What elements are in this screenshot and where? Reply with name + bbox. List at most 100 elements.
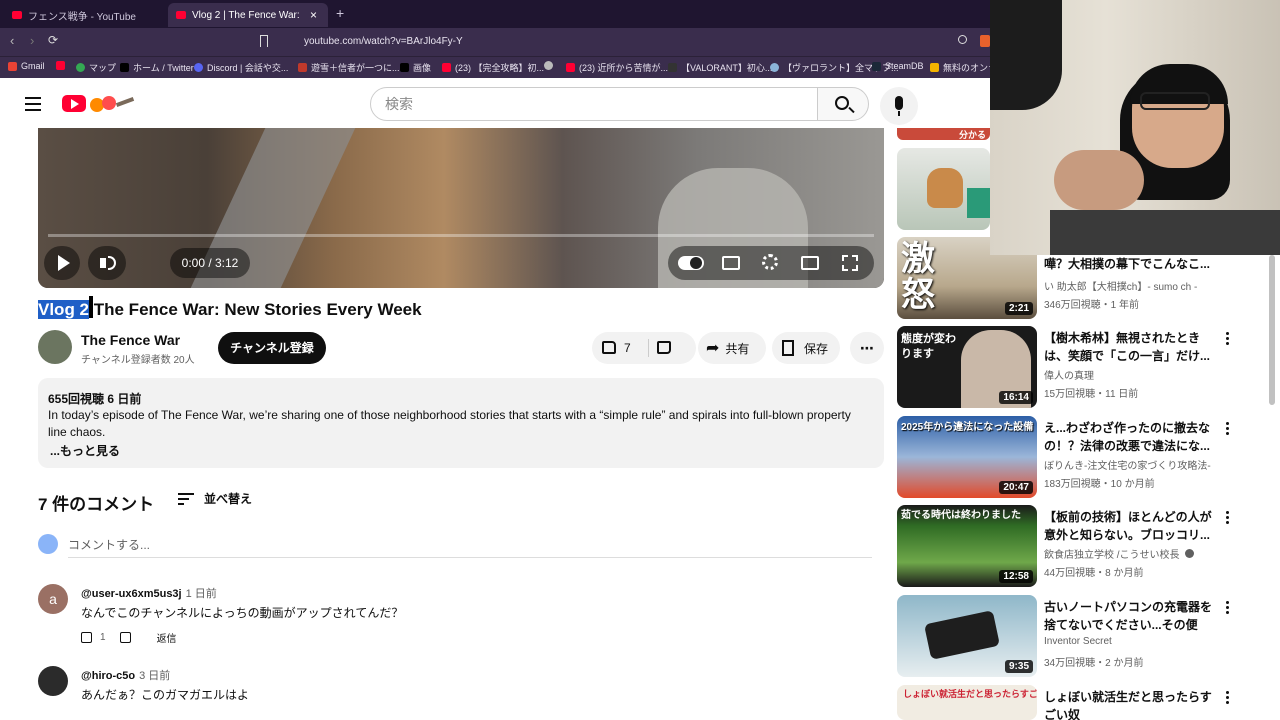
- bookmark-item[interactable]: 【VALORANT】初心...: [668, 61, 772, 74]
- view-count-date: 655回視聴 6 日前: [48, 392, 142, 406]
- voice-search-button[interactable]: [880, 87, 918, 125]
- discord-icon: [194, 63, 203, 72]
- hamburger-menu-icon[interactable]: [25, 97, 41, 111]
- page-scrollbar[interactable]: [1269, 255, 1275, 405]
- thumbs-down-icon: [657, 341, 671, 354]
- bookmark-gmail[interactable]: Gmail: [8, 61, 45, 71]
- bookmark-item[interactable]: [544, 61, 557, 70]
- channel-name: 飲食店独立学校 /こうせい校長: [1044, 546, 1219, 561]
- video-title: 【板前の技術】ほとんどの人が意外と知らない。ブロッコリ...: [1044, 510, 1212, 542]
- bookmark-item[interactable]: (23) 【完全攻略】初...: [442, 61, 544, 74]
- bookmark-discord[interactable]: Discord | 会話や交...: [194, 61, 288, 74]
- commenter-avatar[interactable]: a: [38, 584, 68, 614]
- save-button[interactable]: 保存: [772, 332, 840, 364]
- share-label: 共有: [725, 341, 750, 356]
- comment-text: あんだぁ？このガマガエルはよ: [81, 688, 250, 702]
- recommended-thumbnail-partial[interactable]: 分かる: [897, 128, 990, 140]
- subtitles-icon[interactable]: [722, 256, 740, 270]
- video-meta: 346万回視聴・1 年前: [1044, 300, 1140, 311]
- settings-gear-icon[interactable]: [762, 254, 778, 270]
- subscribe-button[interactable]: チャンネル登録: [218, 332, 326, 364]
- text-cursor-icon: [89, 296, 93, 318]
- bookmark-twitter[interactable]: ホーム / Twitter: [120, 61, 194, 74]
- more-vertical-icon[interactable]: [1221, 330, 1233, 350]
- like-count: 7: [624, 341, 631, 355]
- search-button[interactable]: [817, 87, 869, 121]
- video-meta: 44万回視聴・8 か月前: [1044, 568, 1144, 579]
- bookmark-item[interactable]: 遊雪＋信者が一つに...: [298, 61, 400, 74]
- browser-tab-active[interactable]: Vlog 2 | The Fence War: New Sto ×: [168, 3, 328, 27]
- bookmark-images[interactable]: 画像: [400, 61, 431, 74]
- comment-author[interactable]: @hiro-c5o 3 日前: [81, 667, 170, 683]
- share-button[interactable]: ➦ 共有: [698, 332, 766, 364]
- sort-icon: [178, 492, 194, 505]
- x-icon: [400, 63, 409, 72]
- more-vertical-icon[interactable]: [1221, 420, 1233, 440]
- comment-author[interactable]: @user-ux6xm5us3j 1 日前: [81, 585, 217, 601]
- video-player[interactable]: 0:00 / 3:12: [38, 128, 884, 288]
- forward-icon[interactable]: ›: [30, 33, 34, 48]
- description-text: In today’s episode of The Fence War, we’…: [48, 408, 851, 439]
- youtube-logo[interactable]: [62, 95, 86, 112]
- commenter-avatar[interactable]: [38, 666, 68, 696]
- recommended-video[interactable]: 態度が変わります 16:14 【樹木希林】無視されたときは、笑顔で「この一言」だ…: [897, 326, 1277, 408]
- doodle-logo: [90, 94, 136, 114]
- thumbs-up-icon[interactable]: [81, 632, 92, 643]
- more-vertical-icon[interactable]: [1221, 689, 1233, 709]
- progress-bar[interactable]: [48, 234, 874, 237]
- browser-tab[interactable]: フェンス戦争 - YouTube: [4, 3, 164, 27]
- more-vertical-icon[interactable]: [1221, 509, 1233, 529]
- search-icon: [835, 96, 849, 110]
- description-box[interactable]: 655回視聴 6 日前 In today’s episode of The Fe…: [38, 378, 884, 468]
- video-meta: 15万回視聴・11 日前: [1044, 389, 1139, 400]
- volume-button[interactable]: [88, 246, 126, 280]
- thumbs-down-icon[interactable]: [119, 632, 131, 643]
- channel-name[interactable]: The Fence War: [81, 332, 180, 348]
- video-title: 古いノートパソコンの充電器を捨てないでください...その便利...: [1044, 600, 1212, 632]
- video-duration: 9:35: [1004, 660, 1033, 673]
- recommended-video[interactable]: 茹でる時代は終わりました 12:58 【板前の技術】ほとんどの人が意外と知らない…: [897, 505, 1277, 587]
- youtube-favicon-icon: [176, 11, 186, 19]
- play-icon: [58, 255, 70, 271]
- channel-name: い 助太郎【大相撲ch】- sumo ch -: [1044, 282, 1198, 293]
- reply-button[interactable]: 返信: [157, 630, 177, 645]
- selected-title-text: Vlog 2: [38, 300, 90, 319]
- bookmark-page-icon[interactable]: [260, 35, 268, 47]
- address-bar[interactable]: youtube.com/watch?v=BArJlo4Fy-Y: [278, 32, 978, 52]
- comment-text: なんでこのチャンネルによっちの動画がアップされてんだ？: [81, 606, 404, 620]
- video-duration: 16:14: [999, 391, 1033, 404]
- comment-actions: 1 返信: [81, 630, 177, 645]
- recommended-video[interactable]: 2025年から違法になった設備 20:47 え...わざわざ作ったのに撤去なの！…: [897, 416, 1277, 498]
- like-button[interactable]: 7: [592, 332, 647, 364]
- miniplayer-icon[interactable]: [801, 256, 819, 270]
- channel-avatar[interactable]: [38, 330, 72, 364]
- search-input[interactable]: 検索: [370, 87, 818, 121]
- bookmark-item[interactable]: (23) 近所から苦情が...: [566, 61, 668, 74]
- dislike-button[interactable]: [649, 332, 696, 364]
- recommended-thumbnail-dog[interactable]: [897, 148, 990, 230]
- like-dislike-group: 7: [592, 332, 696, 364]
- play-button[interactable]: [44, 246, 80, 280]
- recommended-video[interactable]: 9:35 古いノートパソコンの充電器を捨てないでください...その便利... I…: [897, 595, 1277, 677]
- video-title: しょぼい就活生だと思ったらすごい奴: [1044, 690, 1212, 720]
- add-comment-input[interactable]: コメントする...: [68, 536, 872, 558]
- bookmark-youtube[interactable]: [56, 61, 69, 70]
- more-vertical-icon[interactable]: [1221, 599, 1233, 619]
- autoplay-toggle[interactable]: [678, 256, 704, 270]
- show-more-link[interactable]: ...もっと見る: [50, 442, 120, 459]
- steamdb-icon: [872, 61, 881, 71]
- new-tab-icon[interactable]: +: [336, 5, 344, 21]
- recommended-video[interactable]: しょぼい就活生だと思ったらすごい奴 しょぼい就活生だと思ったらすごい奴: [897, 685, 1277, 720]
- back-icon[interactable]: ‹: [10, 33, 14, 48]
- bookmark-steamdb[interactable]: SteamDB: [872, 61, 924, 71]
- zoom-icon[interactable]: [958, 35, 967, 44]
- video-duration: 12:58: [999, 570, 1033, 583]
- video-thumbnail: 茹でる時代は終わりました 12:58: [897, 505, 1037, 587]
- close-tab-icon[interactable]: ×: [310, 8, 317, 22]
- sort-comments-button[interactable]: 並べ替え: [178, 490, 252, 507]
- extension-icon[interactable]: [980, 35, 990, 47]
- bookmark-maps[interactable]: マップ: [76, 61, 116, 74]
- fullscreen-icon[interactable]: [842, 255, 858, 271]
- more-actions-button[interactable]: ⋯: [850, 332, 884, 364]
- reload-icon[interactable]: ⟳: [48, 33, 58, 47]
